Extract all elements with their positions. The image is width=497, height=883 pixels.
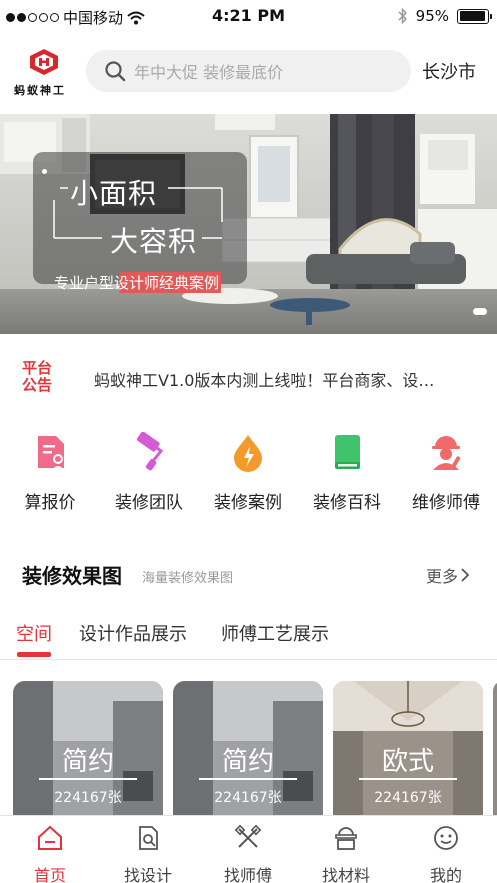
worker-icon — [432, 436, 461, 470]
tab-space[interactable]: 空间 — [16, 620, 52, 646]
city-selector[interactable]: 长沙市 — [422, 58, 476, 84]
search-bar[interactable]: 年中大促 装修最底价 — [86, 50, 411, 92]
battery-fill — [459, 11, 486, 21]
bottom-tab-bar: 首页 找设计 找师傅 找材料 我的 — [0, 815, 497, 883]
tabbar-label-craftsman: 找师傅 — [223, 866, 272, 883]
card-style-name: 欧式 — [381, 747, 434, 777]
effect-cards: 简约 224167张 简约 224167张 欧式 224167张 — [0, 681, 497, 815]
menu-label-quote: 算报价 — [24, 493, 76, 513]
card-style-name: 简约 — [61, 747, 114, 777]
tabbar-item-profile[interactable]: 我的 — [406, 824, 486, 883]
header: 蚂蚁神工 年中大促 装修最底价 长沙市 — [0, 44, 497, 100]
card-count: 224167张 — [214, 790, 282, 806]
tab-active-indicator — [17, 652, 51, 657]
fire-drop-icon — [234, 435, 262, 472]
battery-icon — [457, 8, 492, 24]
card-style-name: 简约 — [221, 747, 274, 777]
banner-headline-2: 大容积 — [110, 225, 198, 258]
card-divider — [199, 778, 297, 780]
design-search-icon — [139, 826, 158, 850]
quote-icon — [38, 436, 64, 470]
more-label: 更多 — [426, 567, 459, 586]
card-divider — [39, 778, 137, 780]
tabbar-item-design[interactable]: 找设计 — [108, 824, 188, 883]
tabbar-label-home: 首页 — [33, 866, 66, 883]
tab-design-works[interactable]: 设计作品展示 — [79, 620, 187, 646]
quick-menu: 算报价 装修团队 装修案例 装修百科 维修师傅 — [0, 431, 497, 513]
section-title: 装修效果图 — [22, 564, 122, 588]
battery-percent: 95% — [415, 7, 449, 25]
menu-item-team[interactable]: 装修团队 — [99, 431, 199, 513]
tabbar-item-home[interactable]: 首页 — [10, 824, 90, 883]
status-bar: 中国移动 4:21 PM 95% — [0, 0, 497, 34]
tools-icon — [234, 824, 262, 848]
search-placeholder: 年中大促 装修最底价 — [134, 63, 284, 82]
effect-card[interactable]: 简约 224167张 — [173, 681, 323, 815]
effect-card[interactable]: 欧式 224167张 — [333, 681, 483, 815]
profile-icon — [434, 826, 458, 850]
effect-card-peek[interactable] — [493, 681, 497, 815]
tab-craft-showcase[interactable]: 师傅工艺展示 — [221, 620, 329, 646]
banner-dot-decoration — [42, 169, 47, 174]
platform-notice[interactable]: 平台公告 蚂蚁神工V1.0版本内测上线啦！平台商家、设… — [0, 354, 497, 404]
menu-label-cases: 装修案例 — [214, 493, 282, 513]
chevron-right-icon — [461, 568, 470, 582]
menu-item-cases[interactable]: 装修案例 — [198, 432, 298, 513]
more-link[interactable]: 更多 — [426, 563, 470, 587]
menu-label-team: 装修团队 — [115, 493, 183, 513]
menu-item-quote[interactable]: 算报价 — [0, 432, 100, 513]
tabbar-label-materials: 找材料 — [321, 866, 370, 883]
tabbar-label-profile: 我的 — [429, 866, 462, 883]
menu-label-wiki: 装修百科 — [313, 493, 381, 513]
effect-card[interactable]: 简约 224167张 — [13, 681, 163, 815]
card-count: 224167张 — [374, 790, 442, 806]
menu-item-repair[interactable]: 维修师傅 — [396, 432, 496, 513]
bluetooth-icon — [398, 8, 407, 24]
search-icon — [105, 61, 126, 82]
tabbar-item-craftsman[interactable]: 找师傅 — [208, 824, 288, 883]
banner-pager-indicator[interactable] — [473, 308, 487, 315]
status-right: 95% — [398, 7, 492, 25]
home-icon — [38, 825, 62, 850]
banner-tagline: 专业户型设计师经典案例 — [52, 272, 222, 293]
tabbar-label-design: 找设计 — [123, 866, 172, 883]
banner-headline-1: 小面积 — [70, 177, 158, 210]
category-tabs: 空间 设计作品展示 师傅工艺展示 — [0, 618, 497, 660]
section-subtitle: 海量装修效果图 — [142, 571, 234, 586]
notice-text: 蚂蚁神工V1.0版本内测上线啦！平台商家、设… — [94, 371, 435, 390]
banner-tagline-text: 专业户型设计师经典案例 — [54, 274, 220, 292]
app-logo[interactable]: 蚂蚁神工 — [14, 48, 74, 100]
menu-item-wiki[interactable]: 装修百科 — [297, 432, 397, 513]
paint-roller-icon — [136, 431, 164, 471]
promo-banner[interactable]: 小面积 大容积 专业户型设计师经典案例 — [0, 114, 497, 334]
logo-mark-icon — [30, 49, 58, 75]
menu-label-repair: 维修师傅 — [412, 493, 480, 513]
card-divider — [359, 778, 457, 780]
notice-badge: 平台公告 — [22, 359, 53, 394]
tabbar-item-materials[interactable]: 找材料 — [306, 824, 386, 883]
logo-text: 蚂蚁神工 — [14, 84, 66, 97]
materials-icon — [335, 827, 357, 850]
book-icon — [335, 435, 360, 469]
card-count: 224167张 — [54, 790, 122, 806]
